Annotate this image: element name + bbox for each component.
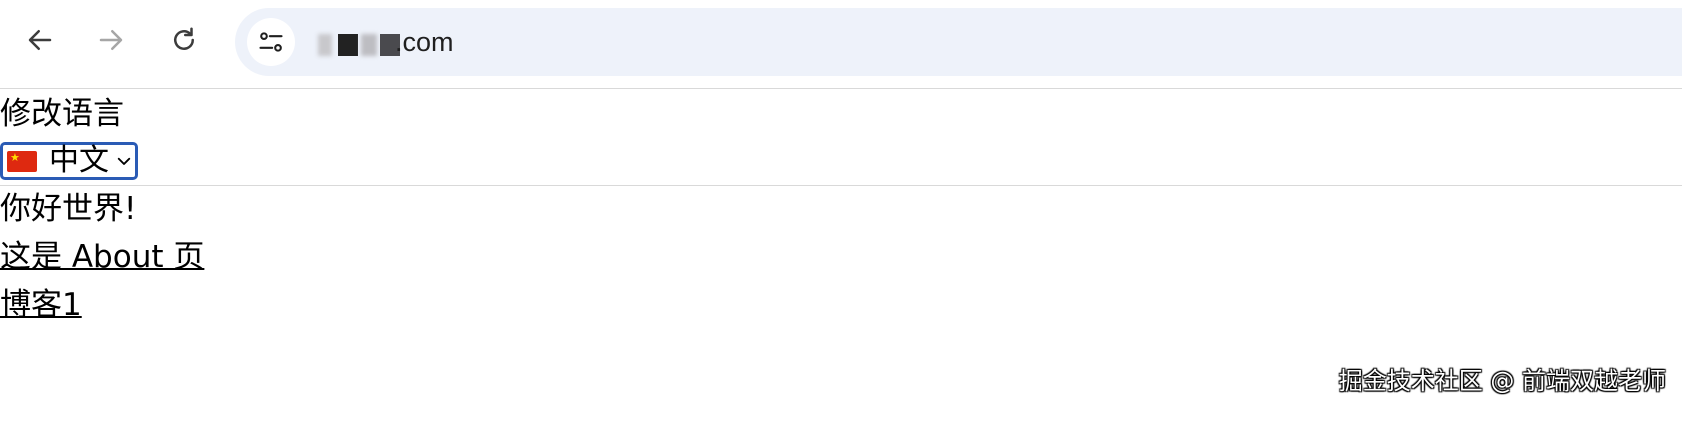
language-select-value: 中文 [49,143,109,178]
content-divider [0,185,1682,186]
language-select[interactable]: ★ 中文 [0,142,138,180]
about-link[interactable]: 这是 About 页 [0,237,204,277]
address-bar[interactable]: .com [235,8,1682,76]
change-language-label: 修改语言 [0,96,124,132]
watermark: 掘金技术社区 @ 前端双越老师 [1338,367,1666,395]
redacted-url-part [338,34,358,56]
china-flag-icon: ★ [7,150,37,172]
redacted-url-part [318,34,332,56]
url-text: .com [395,27,454,57]
reload-icon [174,27,194,50]
browser-toolbar: .com [0,0,1682,88]
forward-button[interactable] [87,16,135,64]
redacted-url-part [361,34,377,56]
greeting-text: 你好世界! [0,191,137,227]
back-button[interactable] [16,16,64,64]
blog-link[interactable]: 博客1 [0,285,82,325]
arrow-right-icon [99,30,123,50]
chevron-down-icon [117,157,131,165]
reload-button[interactable] [160,16,208,64]
site-info-button[interactable] [247,18,295,66]
arrow-left-icon [28,30,52,50]
tune-icon [259,32,283,52]
